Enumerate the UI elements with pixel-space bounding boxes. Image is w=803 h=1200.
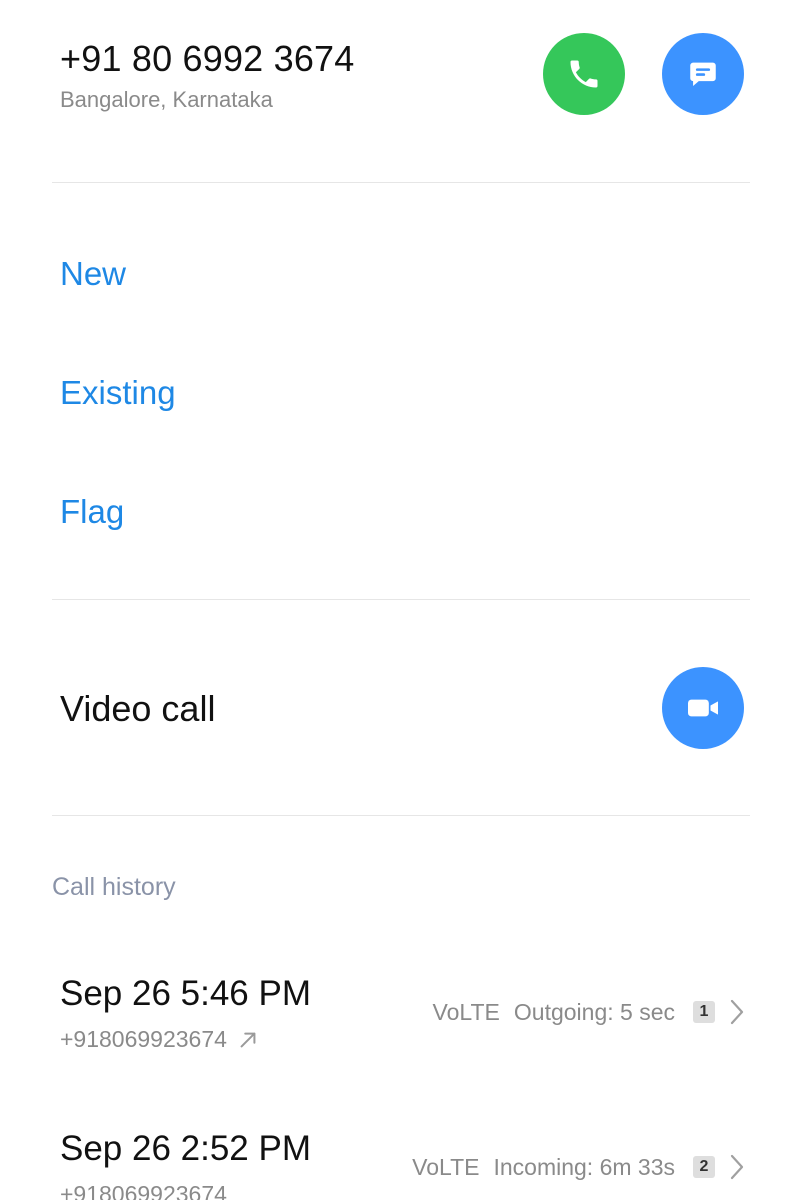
video-call-label[interactable]: Video call <box>60 688 215 730</box>
video-call-button[interactable] <box>662 667 744 749</box>
message-button[interactable] <box>662 33 744 115</box>
sim-badge: 1 <box>693 1001 715 1023</box>
sim-badge: 2 <box>693 1156 715 1178</box>
divider <box>52 815 750 816</box>
call-number: +918069923674 <box>60 1026 259 1053</box>
call-status: Incoming: 6m 33s <box>493 1153 675 1180</box>
call-status: Outgoing: 5 sec <box>513 998 675 1025</box>
call-number: +918069923674 <box>60 1181 227 1200</box>
divider <box>52 599 750 600</box>
call-number-text: +918069923674 <box>60 1026 227 1052</box>
call-history-title: Call history <box>52 873 176 901</box>
chevron-right-icon[interactable] <box>729 1153 745 1181</box>
contact-location: Bangalore, Karnataka <box>60 87 273 112</box>
flag-number-link[interactable]: Flag <box>60 493 124 531</box>
outgoing-arrow-icon <box>237 1029 259 1051</box>
call-detail-screen: +91 80 6992 3674 Bangalore, Karnataka Ne… <box>0 0 803 1200</box>
call-number-text: +918069923674 <box>60 1181 227 1200</box>
call-meta: VoLTE Incoming: 6m 33s 2 <box>412 1153 745 1181</box>
call-tech: VoLTE <box>432 998 500 1025</box>
phone-icon <box>566 56 602 92</box>
message-icon <box>686 57 720 91</box>
new-contact-link[interactable]: New <box>60 255 126 293</box>
call-button[interactable] <box>543 33 625 115</box>
call-history-row[interactable]: Sep 26 5:46 PM +918069923674 VoLTE Outgo… <box>0 974 803 1084</box>
call-meta: VoLTE Outgoing: 5 sec 1 <box>433 998 745 1026</box>
chevron-right-icon[interactable] <box>729 998 745 1026</box>
video-camera-icon <box>683 688 723 728</box>
call-date: Sep 26 2:52 PM <box>60 1129 311 1168</box>
contact-number: +91 80 6992 3674 <box>60 38 355 79</box>
call-date: Sep 26 5:46 PM <box>60 974 311 1013</box>
call-history-row[interactable]: Sep 26 2:52 PM +918069923674 VoLTE Incom… <box>0 1129 803 1200</box>
add-to-existing-link[interactable]: Existing <box>60 374 176 412</box>
divider <box>52 182 750 183</box>
call-tech: VoLTE <box>412 1153 480 1180</box>
